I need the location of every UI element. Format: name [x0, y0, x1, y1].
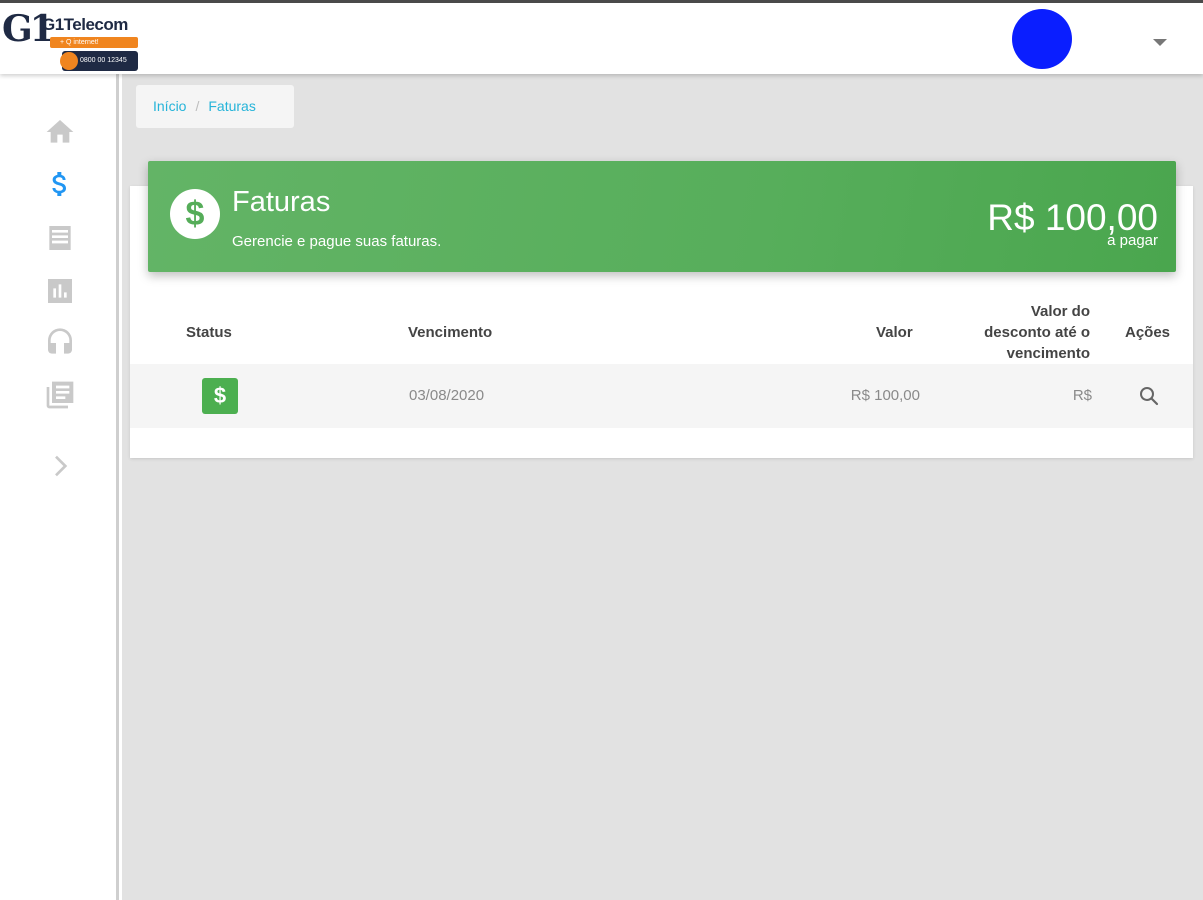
main-content: Início / Faturas $ Faturas Gerencie e pagu…: [122, 74, 1203, 900]
page-subtitle: Gerencie e pague suas faturas.: [232, 233, 442, 250]
library-books-icon: [46, 381, 74, 409]
cell-valor: R$ 100,00: [850, 387, 920, 404]
g1telecom-logo[interactable]: G1 G1Telecom + Q internet! 0800 00 12345: [2, 9, 142, 71]
dollar-icon: [52, 172, 66, 196]
column-header-status: Status: [186, 324, 232, 341]
sidebar-item-faturas[interactable]: [42, 166, 78, 202]
sidebar-item-home[interactable]: [42, 114, 78, 150]
sidebar-item-reports[interactable]: [42, 273, 78, 309]
list-icon: [49, 226, 71, 250]
top-bar: G1 G1Telecom + Q internet! 0800 00 12345: [0, 0, 1203, 74]
amount-due-label: a pagar: [1107, 232, 1158, 249]
sidebar-item-list[interactable]: [42, 220, 78, 256]
caret-down-icon[interactable]: [1153, 39, 1167, 46]
cell-vencimento: 03/08/2020: [409, 387, 485, 404]
chart-icon: [48, 279, 72, 303]
chevron-right-icon: [55, 455, 68, 477]
logo-name: G1Telecom: [42, 15, 128, 34]
sidebar: [0, 74, 119, 900]
logo-phone: 0800 00 12345: [60, 51, 138, 71]
column-header-desconto: Valor do desconto até o vencimento: [942, 301, 1090, 364]
breadcrumb-separator: /: [195, 98, 200, 114]
column-header-acoes: Ações: [1125, 324, 1171, 341]
sidebar-expand[interactable]: [42, 448, 78, 484]
status-dollar-icon: $: [213, 383, 227, 408]
avatar[interactable]: [1012, 9, 1072, 69]
breadcrumb: Início / Faturas: [136, 85, 294, 128]
column-header-vencimento: Vencimento: [408, 324, 493, 341]
home-icon: [46, 120, 74, 143]
column-header-desconto-line2: desconto até o: [984, 324, 1090, 341]
table-row[interactable]: $ 03/08/2020 R$ 100,00 R$: [130, 364, 1193, 428]
cell-desconto: R$: [1072, 387, 1092, 404]
breadcrumb-current[interactable]: Faturas: [208, 98, 255, 114]
faturas-header-banner: $ Faturas Gerencie e pague suas faturas.…: [148, 161, 1176, 272]
status-badge: $: [202, 378, 238, 414]
search-icon[interactable]: [1137, 384, 1161, 408]
logo-tagline: + Q internet!: [50, 37, 138, 48]
column-header-desconto-line3: vencimento: [1006, 345, 1090, 362]
breadcrumb-home-link[interactable]: Início: [153, 98, 186, 114]
page-title: Faturas: [232, 186, 331, 218]
column-header-valor: Valor: [876, 324, 913, 341]
sidebar-item-support[interactable]: [42, 325, 78, 361]
sidebar-item-documents[interactable]: [42, 377, 78, 413]
dollar-circle-icon: $: [170, 189, 220, 239]
column-header-desconto-line1: Valor do: [1030, 303, 1090, 320]
headset-icon: [48, 328, 72, 354]
